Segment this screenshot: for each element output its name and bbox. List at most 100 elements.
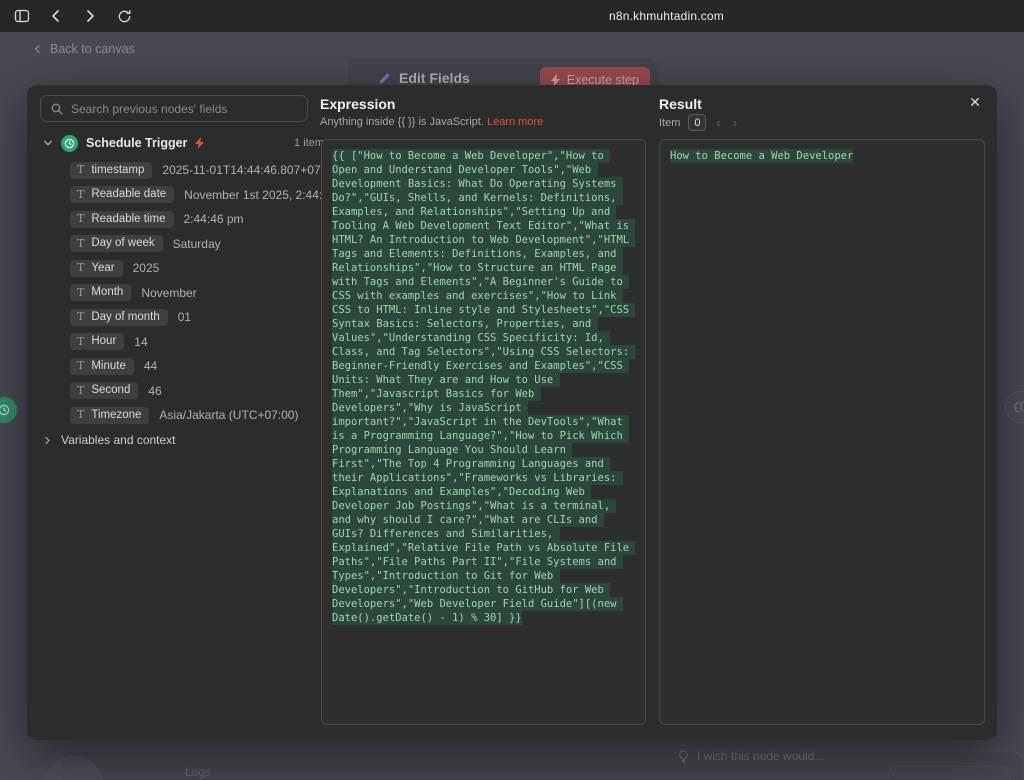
item-count-label: 1 item	[294, 137, 324, 149]
result-value: How to Become a Web Developer	[670, 149, 853, 163]
arrow-left-icon	[33, 44, 43, 54]
forward-icon[interactable]	[78, 4, 102, 28]
field-value: 2:44:46 pm	[184, 212, 244, 226]
expression-editor-modal: Schedule Trigger 1 item Ttimestamp 2025-1…	[27, 85, 997, 740]
lightbulb-icon	[678, 750, 689, 763]
field-pill[interactable]: T Day of week	[70, 235, 163, 252]
field-row[interactable]: T Readable date November 1st 2025, 2:44:46…	[70, 183, 326, 208]
field-name: Second	[91, 384, 130, 396]
field-row[interactable]: T Hour 14	[70, 330, 326, 355]
text-type-icon: T	[77, 287, 84, 298]
field-row[interactable]: Ttimestamp 2025-11-01T14:44:46.807+07:00	[70, 158, 326, 183]
expression-subtitle: Anything inside {{ }} is JavaScript. Lea…	[320, 116, 543, 128]
field-pill[interactable]: T Timezone	[70, 407, 149, 424]
text-type-icon: T	[77, 262, 84, 273]
back-to-canvas-link[interactable]: Back to canvas	[33, 42, 135, 56]
field-pill[interactable]: T Month	[70, 284, 131, 301]
field-value: Asia/Jakarta (UTC+07:00)	[159, 408, 298, 422]
field-pill[interactable]: TYear	[70, 260, 123, 277]
fields-list: Ttimestamp2025-11-01T14:44:46.807+07:00T…	[70, 158, 326, 428]
field-name: Hour	[91, 335, 116, 347]
field-value: November 1st 2025, 2:44:46 pm	[184, 188, 326, 202]
text-type-icon: T	[77, 385, 84, 396]
result-output-box: How to Become a Web Developer	[659, 139, 985, 725]
field-row[interactable]: T Timezone Asia/Jakarta (UTC+07:00)	[70, 403, 326, 428]
search-input[interactable]	[71, 102, 297, 116]
n8n-expression-editor-screen: n8n.khmuhtadin.com Back to canvas Edit F…	[0, 0, 1024, 780]
clock-icon	[64, 138, 75, 149]
field-value: 46	[148, 384, 161, 398]
result-item-pager: Item 0 ‹ ›	[659, 114, 739, 131]
chevron-down-icon[interactable]	[43, 138, 53, 148]
search-icon	[51, 103, 63, 115]
next-item-icon[interactable]: ›	[731, 116, 739, 129]
sidebar-toggle-icon[interactable]	[10, 4, 34, 28]
field-value: 2025	[133, 261, 160, 275]
chevron-right-icon[interactable]	[43, 436, 52, 445]
text-type-icon: T	[77, 311, 84, 322]
prev-item-icon[interactable]: ‹	[714, 116, 722, 129]
schedule-trigger-icon	[61, 135, 78, 152]
close-icon[interactable]: ✕	[965, 92, 985, 112]
field-pill[interactable]: T Hour	[70, 333, 124, 350]
field-value: 2025-11-01T14:44:46.807+07:00	[162, 163, 326, 177]
field-row[interactable]: T Day of week Saturday	[70, 232, 326, 257]
text-type-icon: T	[77, 164, 84, 175]
field-pill[interactable]: T Second	[70, 382, 138, 399]
field-name: Readable date	[91, 188, 166, 200]
text-type-icon: T	[77, 189, 84, 200]
field-pill[interactable]: T Minute	[70, 358, 134, 375]
text-type-icon: T	[77, 238, 84, 249]
lightning-icon	[551, 74, 561, 86]
expression-code[interactable]: {{ ["How to Become a Web Developer","How…	[332, 149, 635, 625]
field-pill[interactable]: T Day of month	[70, 309, 168, 326]
field-name: Month	[91, 286, 123, 298]
field-pill[interactable]: T Readable date	[70, 186, 174, 203]
trigger-bolt-icon	[195, 137, 205, 149]
pencil-icon	[378, 72, 391, 85]
expression-code-editor[interactable]: {{ ["How to Become a Web Developer","How…	[321, 139, 646, 725]
field-value: November	[141, 286, 196, 300]
node-name-label: Schedule Trigger	[86, 136, 187, 150]
field-value: Saturday	[173, 237, 221, 251]
ai-node-stub	[1005, 391, 1024, 423]
field-value: 44	[144, 359, 157, 373]
schedule-trigger-node-stub	[0, 397, 17, 423]
brain-icon	[1014, 400, 1024, 414]
field-name: Day of month	[91, 311, 159, 323]
field-pill[interactable]: Ttimestamp	[70, 162, 152, 179]
address-bar-url[interactable]: n8n.khmuhtadin.com	[609, 9, 724, 23]
field-pill[interactable]: T Readable time	[70, 211, 174, 228]
field-name: Day of week	[91, 237, 154, 249]
assistant-chat-ghost[interactable]	[888, 766, 1010, 780]
browser-toolbar	[0, 0, 1024, 32]
field-name: Minute	[91, 360, 126, 372]
item-index-input[interactable]: 0	[688, 114, 706, 131]
reload-icon[interactable]	[112, 4, 136, 28]
result-title: Result	[659, 96, 702, 112]
search-fields-box[interactable]	[40, 95, 308, 122]
field-row[interactable]: TYear 2025	[70, 256, 326, 281]
back-icon[interactable]	[44, 4, 68, 28]
field-row[interactable]: T Day of month 01	[70, 305, 326, 330]
expression-title: Expression	[320, 96, 395, 112]
field-name: Timezone	[91, 409, 141, 421]
field-row[interactable]: T Readable time 2:44:46 pm	[70, 207, 326, 232]
clock-icon	[0, 404, 10, 416]
field-value: 01	[178, 310, 191, 324]
field-name: timestamp	[91, 164, 144, 176]
variables-and-context-group[interactable]: Variables and context	[43, 433, 176, 447]
field-row[interactable]: T Month November	[70, 281, 326, 306]
text-type-icon: T	[77, 409, 84, 420]
field-value: 14	[134, 335, 147, 349]
field-row[interactable]: T Second 46	[70, 379, 326, 404]
text-type-icon: T	[77, 336, 84, 347]
field-row[interactable]: T Minute 44	[70, 354, 326, 379]
learn-more-link[interactable]: Learn more	[487, 116, 543, 128]
text-type-icon: T	[77, 213, 84, 224]
field-name: Readable time	[91, 213, 165, 225]
node-feedback-input[interactable]: I wish this node would...	[678, 749, 824, 763]
schedule-trigger-group[interactable]: Schedule Trigger 1 item	[43, 132, 324, 154]
text-type-icon: T	[77, 360, 84, 371]
node-title[interactable]: Edit Fields	[378, 70, 470, 86]
